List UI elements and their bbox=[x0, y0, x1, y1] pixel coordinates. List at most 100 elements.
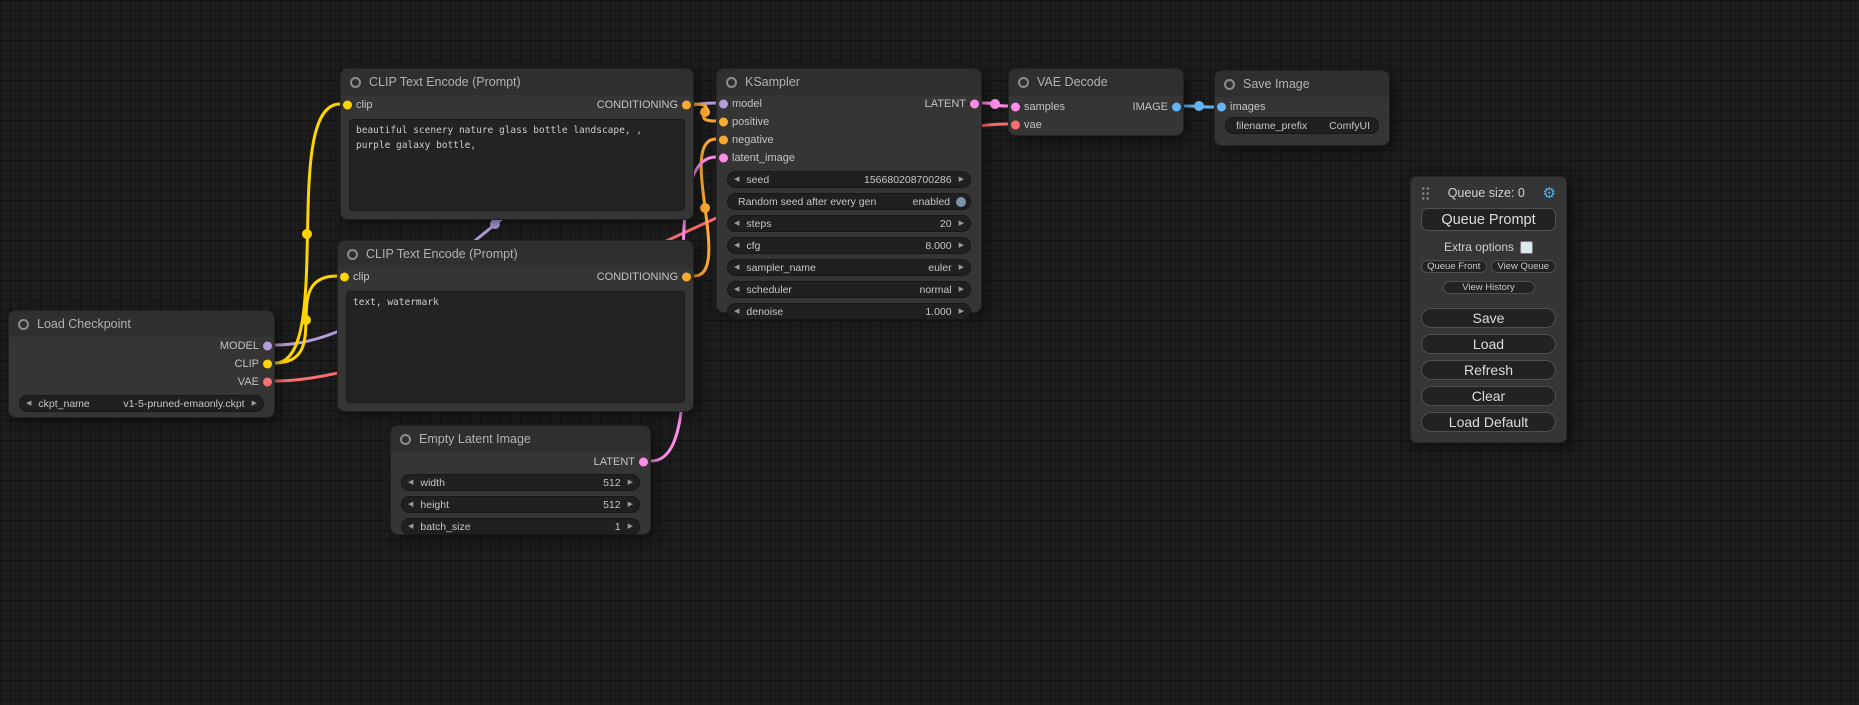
collapse-dot-icon[interactable] bbox=[350, 77, 361, 88]
refresh-button[interactable]: Refresh bbox=[1421, 360, 1556, 380]
wire-conditioning-negative bbox=[694, 139, 716, 276]
latent-image-input-slot[interactable] bbox=[719, 154, 728, 163]
load-default-button[interactable]: Load Default bbox=[1421, 412, 1556, 432]
node-title-bar[interactable]: CLIP Text Encode (Prompt) bbox=[338, 241, 693, 267]
node-clip-text-encode-positive[interactable]: CLIP Text Encode (Prompt) clip CONDITION… bbox=[340, 68, 694, 220]
widget-value: 8.000 bbox=[925, 240, 951, 252]
node-title: Save Image bbox=[1243, 77, 1310, 91]
wire-clip-negative bbox=[275, 276, 337, 363]
vae-input-slot[interactable] bbox=[1011, 121, 1020, 130]
next-arrow-icon[interactable]: ▶ bbox=[959, 308, 964, 315]
prev-arrow-icon[interactable]: ◀ bbox=[734, 220, 739, 227]
next-arrow-icon[interactable]: ▶ bbox=[628, 523, 633, 530]
prompt-textarea[interactable]: text, watermark bbox=[346, 291, 685, 403]
view-history-button[interactable]: View History bbox=[1443, 281, 1535, 294]
prev-arrow-icon[interactable]: ◀ bbox=[408, 479, 413, 486]
node-title-bar[interactable]: CLIP Text Encode (Prompt) bbox=[341, 69, 693, 95]
images-input-slot[interactable] bbox=[1217, 103, 1226, 112]
widget-name: sampler_name bbox=[746, 262, 815, 274]
steps-widget[interactable]: ◀ steps 20 ▶ bbox=[727, 215, 971, 232]
drag-handle-icon[interactable] bbox=[1421, 186, 1430, 201]
settings-gear-icon[interactable]: ⚙ bbox=[1543, 186, 1556, 201]
samples-input-slot[interactable] bbox=[1011, 103, 1020, 112]
collapse-dot-icon[interactable] bbox=[18, 319, 29, 330]
widget-name: denoise bbox=[746, 306, 783, 318]
next-arrow-icon[interactable]: ▶ bbox=[959, 264, 964, 271]
latent-output-slot[interactable] bbox=[970, 100, 979, 109]
next-arrow-icon[interactable]: ▶ bbox=[959, 286, 964, 293]
input-label: model bbox=[732, 98, 762, 110]
widget-name: ckpt_name bbox=[38, 398, 89, 410]
load-button[interactable]: Load bbox=[1421, 334, 1556, 354]
prev-arrow-icon[interactable]: ◀ bbox=[734, 264, 739, 271]
prev-arrow-icon[interactable]: ◀ bbox=[734, 242, 739, 249]
model-input-slot[interactable] bbox=[719, 100, 728, 109]
node-ksampler[interactable]: KSampler model LATENT positive negative … bbox=[716, 68, 982, 313]
positive-input-slot[interactable] bbox=[719, 118, 728, 127]
prev-arrow-icon[interactable]: ◀ bbox=[734, 308, 739, 315]
widget-value: 512 bbox=[603, 477, 621, 489]
node-vae-decode[interactable]: VAE Decode samples IMAGE vae bbox=[1008, 68, 1184, 136]
next-arrow-icon[interactable]: ▶ bbox=[628, 501, 633, 508]
collapse-dot-icon[interactable] bbox=[400, 434, 411, 445]
next-arrow-icon[interactable]: ▶ bbox=[959, 242, 964, 249]
sampler-name-widget[interactable]: ◀ sampler_name euler ▶ bbox=[727, 259, 971, 276]
ckpt-name-widget[interactable]: ◀ ckpt_name v1-5-pruned-emaonly.ckpt ▶ bbox=[19, 395, 264, 412]
denoise-widget[interactable]: ◀ denoise 1.000 ▶ bbox=[727, 303, 971, 320]
save-button[interactable]: Save bbox=[1421, 308, 1556, 328]
node-title-bar[interactable]: KSampler bbox=[717, 69, 981, 95]
node-title-bar[interactable]: Empty Latent Image bbox=[391, 426, 650, 452]
model-output-slot[interactable] bbox=[263, 342, 272, 351]
conditioning-output-slot[interactable] bbox=[682, 273, 691, 282]
node-load-checkpoint[interactable]: Load Checkpoint MODEL CLIP VAE ◀ ckpt_na… bbox=[8, 310, 275, 418]
prompt-textarea[interactable]: beautiful scenery nature glass bottle la… bbox=[349, 119, 685, 211]
widget-name: Random seed after every gen bbox=[738, 196, 876, 208]
view-queue-button[interactable]: View Queue bbox=[1491, 260, 1557, 273]
next-arrow-icon[interactable]: ▶ bbox=[959, 176, 964, 183]
prev-arrow-icon[interactable]: ◀ bbox=[734, 176, 739, 183]
vae-output-slot[interactable] bbox=[263, 378, 272, 387]
node-save-image[interactable]: Save Image images filename_prefix ComfyU… bbox=[1214, 70, 1390, 146]
seed-widget[interactable]: ◀ seed 156680208700286 ▶ bbox=[727, 171, 971, 188]
node-graph-canvas[interactable]: Load Checkpoint MODEL CLIP VAE ◀ ckpt_na… bbox=[0, 0, 1859, 705]
filename-prefix-widget[interactable]: filename_prefix ComfyUI bbox=[1225, 117, 1379, 134]
latent-output-slot[interactable] bbox=[639, 458, 648, 467]
collapse-dot-icon[interactable] bbox=[726, 77, 737, 88]
queue-front-button[interactable]: Queue Front bbox=[1421, 260, 1487, 273]
clear-button[interactable]: Clear bbox=[1421, 386, 1556, 406]
collapse-dot-icon[interactable] bbox=[347, 249, 358, 260]
next-arrow-icon[interactable]: ▶ bbox=[628, 479, 633, 486]
extra-options-checkbox[interactable] bbox=[1520, 241, 1533, 254]
image-output-slot[interactable] bbox=[1172, 103, 1181, 112]
width-widget[interactable]: ◀ width 512 ▶ bbox=[401, 474, 640, 491]
wire-midpoint-dot bbox=[990, 99, 1000, 109]
cfg-widget[interactable]: ◀ cfg 8.000 ▶ bbox=[727, 237, 971, 254]
next-arrow-icon[interactable]: ▶ bbox=[959, 220, 964, 227]
collapse-dot-icon[interactable] bbox=[1224, 79, 1235, 90]
widget-value: ComfyUI bbox=[1329, 120, 1370, 132]
random-seed-toggle-widget[interactable]: Random seed after every gen enabled bbox=[727, 193, 971, 210]
widget-value: enabled bbox=[913, 196, 950, 208]
conditioning-output-slot[interactable] bbox=[682, 101, 691, 110]
height-widget[interactable]: ◀ height 512 ▶ bbox=[401, 496, 640, 513]
queue-prompt-button[interactable]: Queue Prompt bbox=[1421, 208, 1556, 231]
toggle-knob-icon[interactable] bbox=[956, 197, 966, 207]
scheduler-widget[interactable]: ◀ scheduler normal ▶ bbox=[727, 281, 971, 298]
prev-arrow-icon[interactable]: ◀ bbox=[26, 400, 31, 407]
batch-size-widget[interactable]: ◀ batch_size 1 ▶ bbox=[401, 518, 640, 535]
clip-input-slot[interactable] bbox=[343, 101, 352, 110]
prev-arrow-icon[interactable]: ◀ bbox=[408, 523, 413, 530]
slot-row: clip CONDITIONING bbox=[341, 95, 693, 115]
node-empty-latent-image[interactable]: Empty Latent Image LATENT ◀ width 512 ▶ … bbox=[390, 425, 651, 535]
clip-output-slot[interactable] bbox=[263, 360, 272, 369]
node-title-bar[interactable]: Save Image bbox=[1215, 71, 1389, 97]
node-title-bar[interactable]: VAE Decode bbox=[1009, 69, 1183, 95]
negative-input-slot[interactable] bbox=[719, 136, 728, 145]
clip-input-slot[interactable] bbox=[340, 273, 349, 282]
next-arrow-icon[interactable]: ▶ bbox=[252, 400, 257, 407]
collapse-dot-icon[interactable] bbox=[1018, 77, 1029, 88]
node-clip-text-encode-negative[interactable]: CLIP Text Encode (Prompt) clip CONDITION… bbox=[337, 240, 694, 412]
prev-arrow-icon[interactable]: ◀ bbox=[408, 501, 413, 508]
prev-arrow-icon[interactable]: ◀ bbox=[734, 286, 739, 293]
node-title-bar[interactable]: Load Checkpoint bbox=[9, 311, 274, 337]
